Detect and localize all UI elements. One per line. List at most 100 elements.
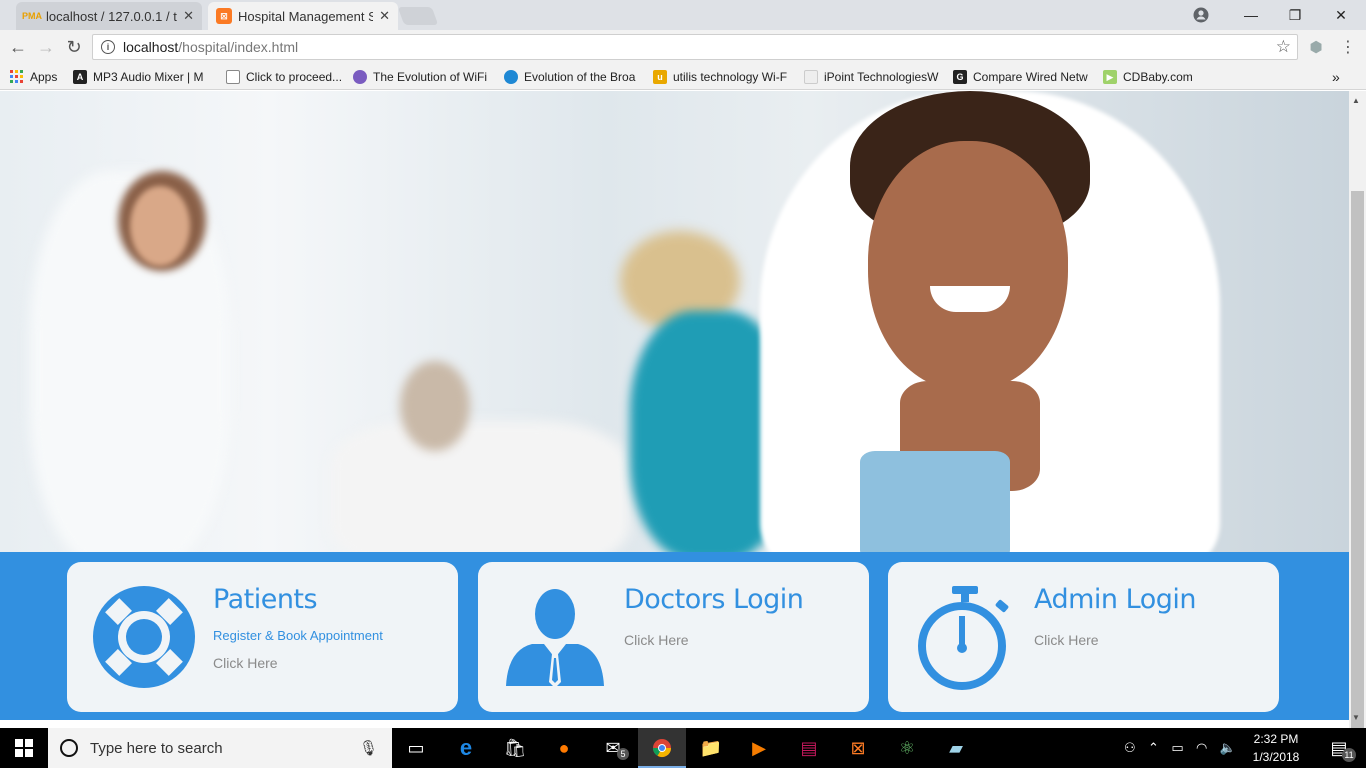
tab-phpmyadmin[interactable]: PMA localhost / 127.0.0.1 / tim ✕ [16, 2, 202, 30]
ipoint-icon [804, 70, 818, 84]
utilis-icon: u [653, 70, 667, 84]
store-icon[interactable]: 🛍 [491, 728, 539, 768]
bookmark-compare[interactable]: G Compare Wired Netw [953, 68, 1091, 86]
bookmark-mp3[interactable]: A MP3 Audio Mixer | M [73, 68, 213, 86]
reload-icon[interactable]: ↻ [62, 35, 86, 59]
url-host: localhost [123, 39, 179, 55]
bookmark-label: iPoint TechnologiesW [824, 70, 939, 84]
restore-icon[interactable]: ❐ [1272, 0, 1318, 30]
chrome-icon[interactable] [638, 728, 686, 768]
page-viewport: Patients Register & Book Appointment Cli… [0, 91, 1349, 720]
extension-icon[interactable]: ⬢ [1304, 35, 1328, 59]
wifi-icon [353, 70, 367, 84]
new-tab-button[interactable] [397, 7, 439, 25]
system-tray: ⚇ ⌃ ▭ ◠ 🔈 [1120, 728, 1240, 768]
lifebuoy-icon [93, 586, 195, 688]
scroll-up-icon[interactable]: ▲ [1352, 96, 1360, 105]
doctors-login-card[interactable]: Doctors Login Click Here [478, 562, 869, 712]
address-bar[interactable]: i localhost/hospital/index.html ☆ [92, 34, 1298, 60]
patients-card[interactable]: Patients Register & Book Appointment Cli… [67, 562, 458, 712]
windows-start-icon[interactable] [0, 728, 48, 768]
windows-taskbar: Type here to search 🎙 ▭ e 🛍 ● ✉ 5 📁 ▶ ▤ ⊠… [0, 728, 1366, 768]
notepad-icon[interactable]: ▰ [932, 728, 980, 768]
back-icon[interactable]: ← [6, 35, 30, 59]
card-subtitle[interactable]: Register & Book Appointment [213, 628, 383, 643]
scroll-down-icon[interactable]: ▼ [1352, 713, 1360, 722]
page-scrollbar[interactable]: ▲ ▼ [1349, 91, 1366, 736]
profile-icon[interactable] [1178, 0, 1224, 30]
bookmark-label: Compare Wired Netw [973, 70, 1088, 84]
bookmark-click[interactable]: Click to proceed... [226, 68, 344, 86]
patients-click-here-link[interactable]: Click Here [213, 655, 278, 671]
doctor-icon [506, 589, 604, 688]
browser-tab-bar: PMA localhost / 127.0.0.1 / tim ✕ ⊠ Hosp… [0, 0, 1366, 30]
notifications-icon[interactable]: ▤ 11 [1316, 728, 1362, 768]
mail-badge: 5 [617, 748, 629, 760]
apps-grid-icon [10, 70, 24, 84]
battery-icon[interactable]: ▭ [1171, 740, 1183, 756]
tab-title: Hospital Management Sy [238, 8, 374, 24]
hero-image [0, 91, 1349, 552]
media-player-icon[interactable]: ▶ [735, 728, 783, 768]
winrar-icon[interactable]: ▤ [785, 728, 833, 768]
volume-icon[interactable]: 🔈 [1220, 740, 1236, 756]
search-placeholder: Type here to search [90, 739, 223, 757]
close-window-icon[interactable]: ✕ [1318, 0, 1364, 30]
menu-icon[interactable]: ⋮ [1336, 35, 1360, 59]
more-bookmarks-icon[interactable]: » [1332, 68, 1346, 86]
bookmark-label: Click to proceed... [246, 70, 343, 84]
cortana-icon [60, 739, 78, 757]
browser-toolbar: ← → ↻ i localhost/hospital/index.html ☆ … [0, 30, 1366, 64]
close-tab-icon[interactable]: ✕ [379, 8, 390, 24]
cdbaby-icon: ▶ [1103, 70, 1117, 84]
g-icon: G [953, 70, 967, 84]
bookmark-label: The Evolution of WiFi [373, 70, 488, 84]
bookmark-utilis[interactable]: u utilis technology Wi-F [653, 68, 791, 86]
firefox-icon[interactable]: ● [540, 728, 588, 768]
bookmark-star-icon[interactable]: ☆ [1276, 37, 1291, 57]
info-icon[interactable]: i [101, 40, 115, 54]
xampp-taskbar-icon[interactable]: ⊠ [834, 728, 882, 768]
task-view-icon[interactable]: ▭ [392, 728, 440, 768]
card-title: Doctors Login [624, 584, 804, 615]
microphone-icon[interactable]: 🎙 [359, 739, 378, 757]
forward-icon[interactable]: → [34, 35, 58, 59]
wifi-tray-icon[interactable]: ◠ [1196, 740, 1207, 756]
notification-badge: 11 [1342, 748, 1356, 762]
bookmark-ipoint[interactable]: iPoint TechnologiesW [804, 68, 942, 86]
tab-hospital[interactable]: ⊠ Hospital Management Sy ✕ [208, 2, 398, 30]
atom-icon[interactable]: ⚛ [883, 728, 931, 768]
people-icon[interactable]: ⚇ [1124, 740, 1136, 756]
close-tab-icon[interactable]: ✕ [183, 8, 194, 24]
file-explorer-icon[interactable]: 📁 [687, 728, 735, 768]
card-title: Patients [213, 584, 318, 615]
url-path: /hospital/index.html [178, 39, 299, 55]
bookmark-wifi[interactable]: The Evolution of WiFi [353, 68, 491, 86]
clock-time: 2:32 PM [1253, 732, 1299, 746]
bookmark-label: CDBaby.com [1123, 70, 1193, 84]
edge-icon[interactable]: e [442, 728, 490, 768]
mail-icon[interactable]: ✉ 5 [589, 728, 637, 768]
doctors-click-here-link[interactable]: Click Here [624, 632, 689, 648]
bookmark-label: Apps [30, 70, 58, 84]
minimize-icon[interactable]: — [1228, 0, 1274, 30]
bookmarks-bar: Apps A MP3 Audio Mixer | M Click to proc… [0, 64, 1366, 90]
bookmark-apps[interactable]: Apps [10, 68, 66, 86]
scroll-thumb[interactable] [1351, 191, 1364, 736]
clock-date: 1/3/2018 [1252, 750, 1300, 764]
bookmark-broadband[interactable]: Evolution of the Broa [504, 68, 640, 86]
clock[interactable]: 2:32 PM 1/3/2018 [1246, 730, 1306, 766]
phpmyadmin-icon: PMA [22, 11, 42, 21]
chevron-up-icon[interactable]: ⌃ [1148, 740, 1159, 756]
tab-title: localhost / 127.0.0.1 / tim [46, 8, 178, 24]
xampp-icon: ⊠ [216, 8, 232, 24]
bookmark-label: Evolution of the Broa [524, 70, 636, 84]
admin-click-here-link[interactable]: Click Here [1034, 632, 1099, 648]
bookmark-cdbaby[interactable]: ▶ CDBaby.com [1103, 68, 1203, 86]
stopwatch-icon [918, 586, 1009, 690]
audio-icon: A [73, 70, 87, 84]
bookmark-label: utilis technology Wi-F [673, 70, 788, 84]
bookmark-label: MP3 Audio Mixer | M [93, 70, 204, 84]
taskbar-search[interactable]: Type here to search 🎙 [48, 728, 392, 768]
admin-login-card[interactable]: Admin Login Click Here [888, 562, 1279, 712]
